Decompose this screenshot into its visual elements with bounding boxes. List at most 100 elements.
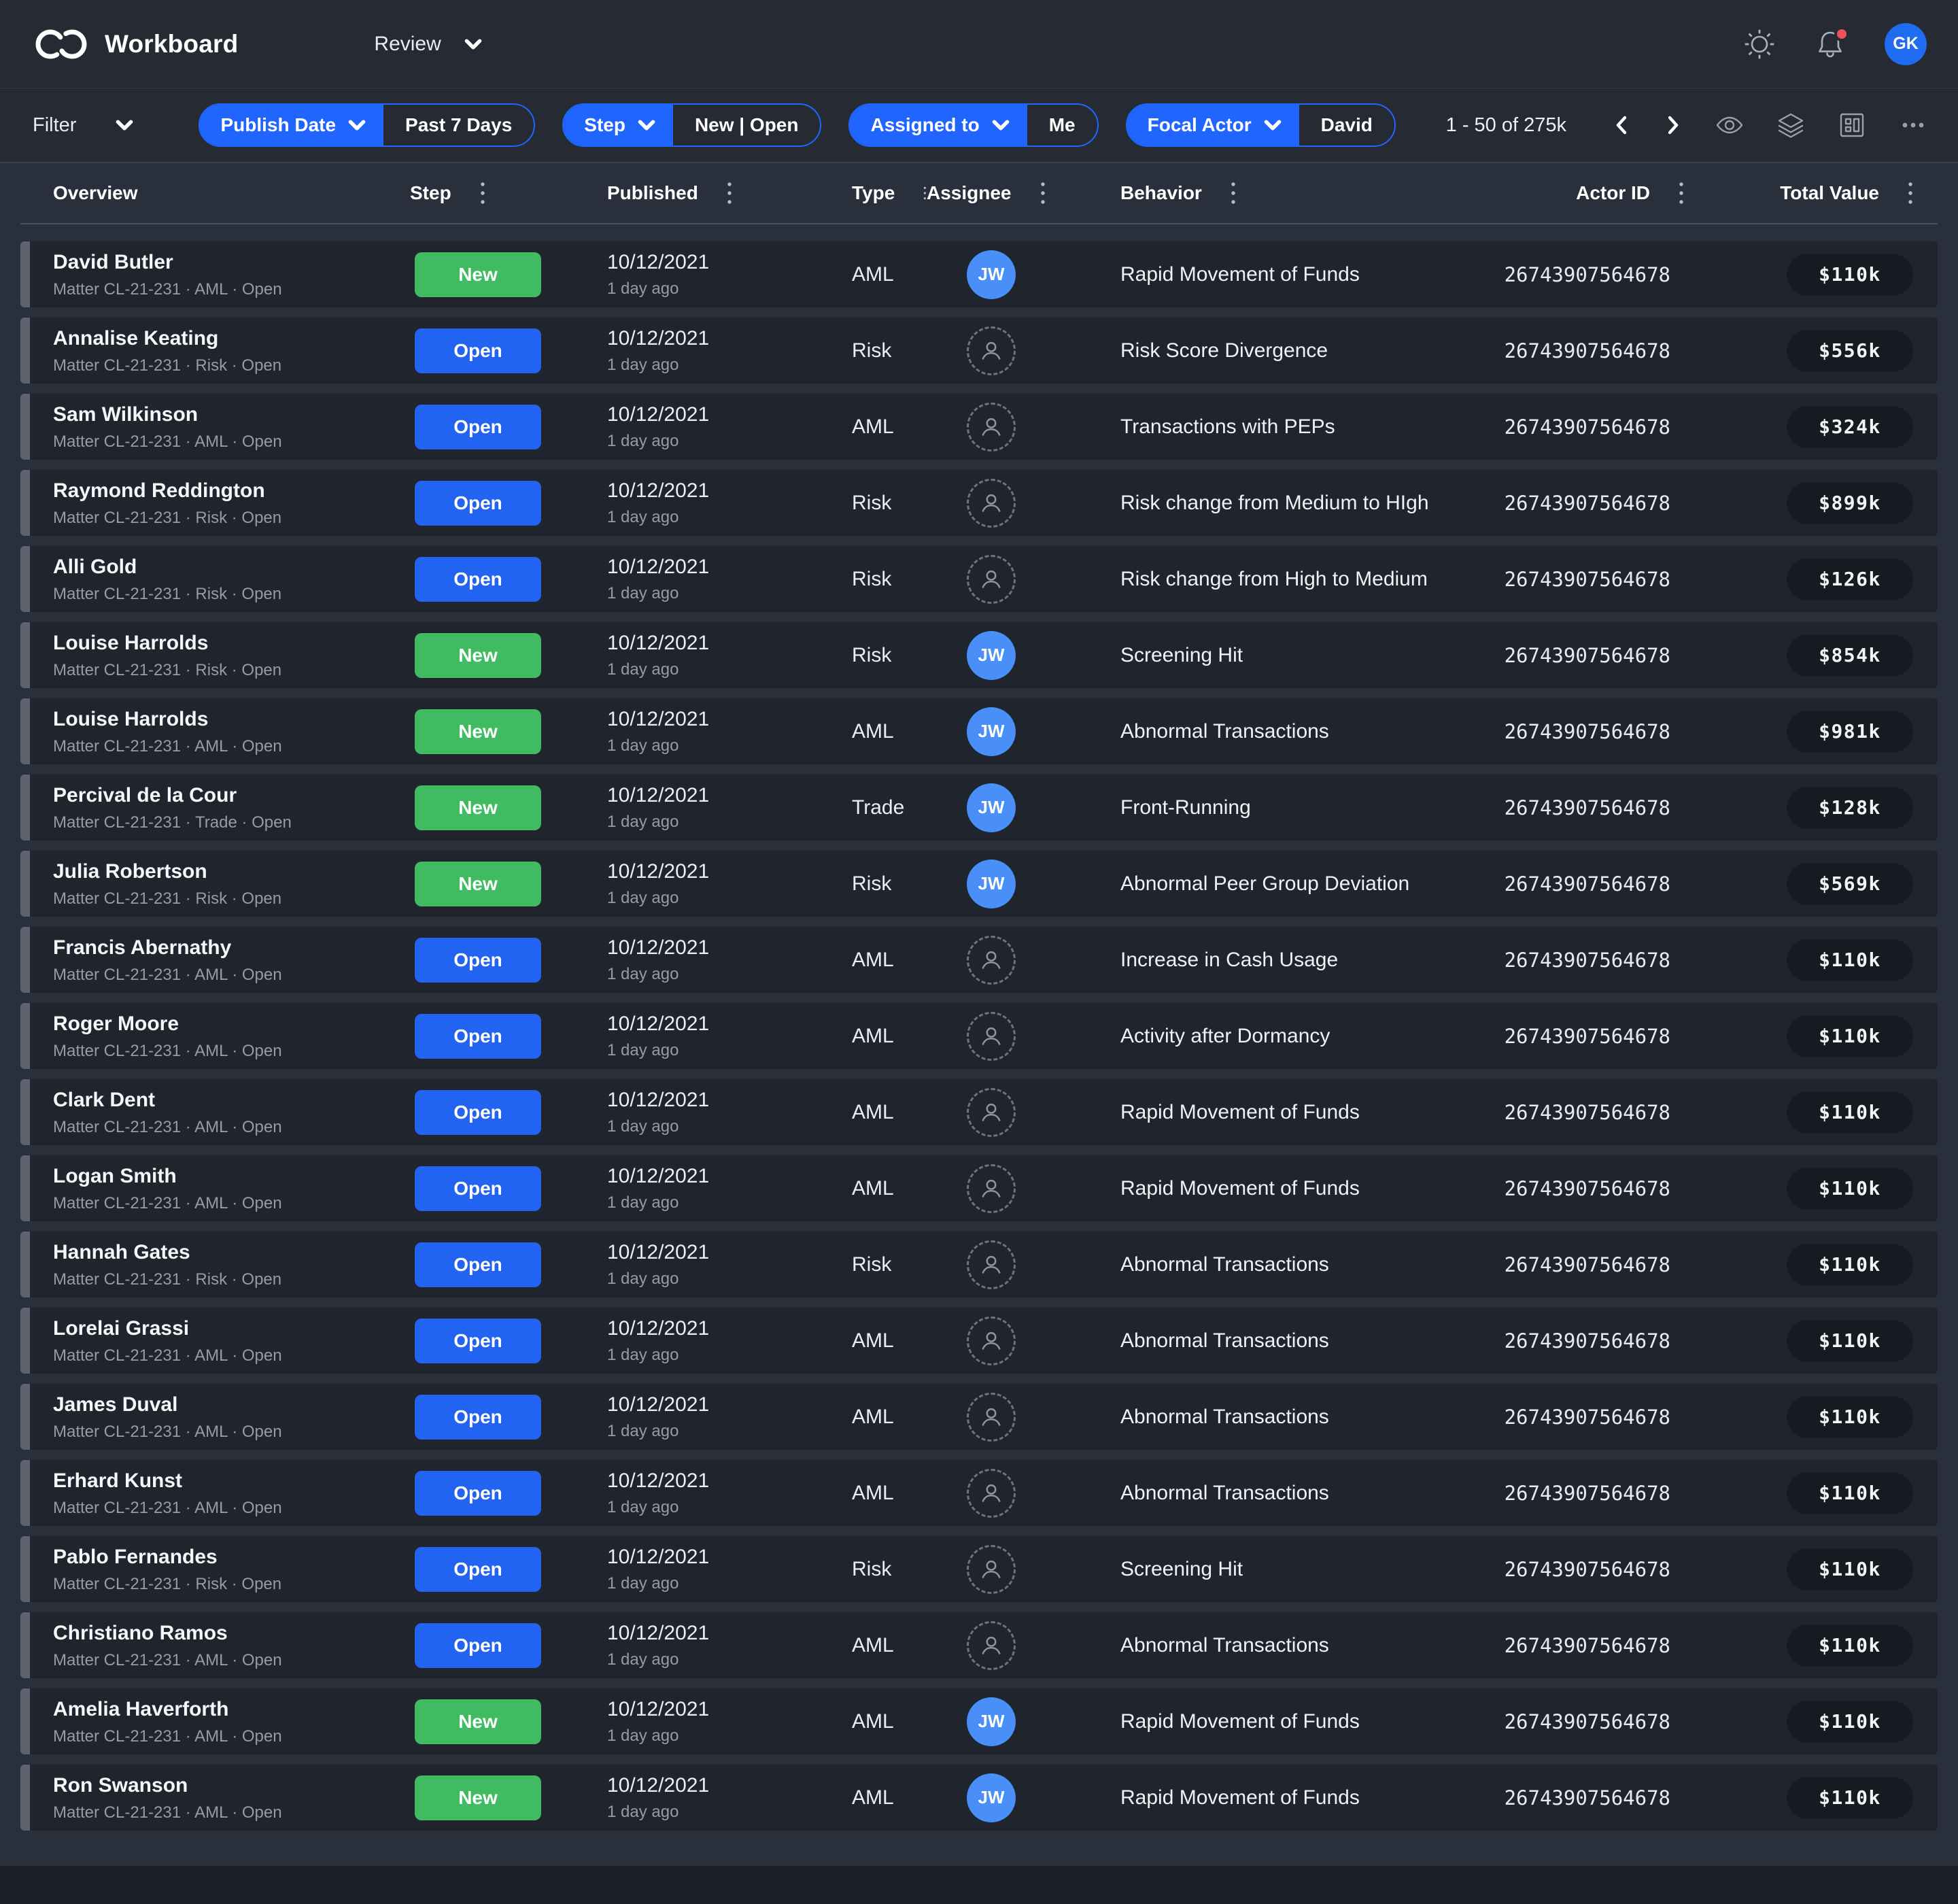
case-name: Louise Harrolds (53, 631, 410, 656)
pill-label-text: Assigned to (870, 114, 979, 136)
behavior-value: Risk Score Divergence (1056, 339, 1480, 362)
assignee-avatar[interactable]: JW (967, 1773, 1016, 1822)
case-name: Clark Dent (53, 1088, 410, 1112)
assignee-avatar[interactable]: JW (967, 1697, 1016, 1746)
table-row[interactable]: Alli Gold Matter CL-21-231 · Risk · Open… (20, 546, 1938, 612)
chevron-down-icon (116, 120, 133, 131)
assignee-avatar[interactable] (967, 1316, 1016, 1365)
footer-band (0, 1866, 1958, 1904)
preview-toggle-button[interactable] (1715, 110, 1745, 140)
case-name: Annalise Keating (53, 326, 410, 351)
table-row[interactable]: Lorelai Grassi Matter CL-21-231 · AML · … (20, 1308, 1938, 1374)
actor-id-value: 26743907564678 (1480, 796, 1684, 819)
published-date: 10/12/2021 (607, 1241, 767, 1264)
row-accent-bar (20, 927, 30, 993)
table-row[interactable]: Louise Harrolds Matter CL-21-231 · Risk … (20, 622, 1938, 688)
assignee-avatar[interactable] (967, 1393, 1016, 1442)
table-row[interactable]: Louise Harrolds Matter CL-21-231 · AML ·… (20, 698, 1938, 764)
notifications-button[interactable] (1814, 28, 1847, 61)
table-row[interactable]: Hannah Gates Matter CL-21-231 · Risk · O… (20, 1231, 1938, 1297)
assignee-avatar[interactable] (967, 1621, 1016, 1670)
table-row[interactable]: Raymond Reddington Matter CL-21-231 · Ri… (20, 470, 1938, 536)
table-row[interactable]: David Butler Matter CL-21-231 · AML · Op… (20, 241, 1938, 307)
ellipsis-icon (1898, 110, 1928, 140)
total-value-badge: $981k (1787, 711, 1913, 753)
table-row[interactable]: Sam Wilkinson Matter CL-21-231 · AML · O… (20, 394, 1938, 460)
assignee-avatar[interactable] (967, 1088, 1016, 1137)
published-date: 10/12/2021 (607, 1089, 767, 1112)
column-menu-icon[interactable] (1231, 181, 1236, 205)
actor-id-value: 26743907564678 (1480, 339, 1684, 362)
total-value-badge: $110k (1787, 1396, 1913, 1438)
filter-dropdown[interactable]: Filter (33, 114, 133, 137)
table-row[interactable]: Percival de la Cour Matter CL-21-231 · T… (20, 775, 1938, 840)
layers-view-button[interactable] (1776, 110, 1806, 140)
behavior-value: Front-Running (1056, 796, 1480, 819)
filter-pill-focal-actor[interactable]: Focal Actor David (1126, 103, 1396, 147)
chevron-down-icon (464, 39, 482, 50)
step-badge: New (415, 252, 541, 297)
table-row[interactable]: Francis Abernathy Matter CL-21-231 · AML… (20, 927, 1938, 993)
row-accent-bar (20, 622, 30, 688)
step-badge: Open (415, 328, 541, 373)
filter-pill-step[interactable]: Step New | Open (562, 103, 821, 147)
column-label: Total Value (1780, 182, 1879, 204)
case-name: Roger Moore (53, 1012, 410, 1036)
assignee-avatar[interactable]: JW (967, 860, 1016, 908)
next-page-button[interactable] (1663, 114, 1683, 137)
table-row[interactable]: Clark Dent Matter CL-21-231 · AML · Open… (20, 1079, 1938, 1145)
assignee-avatar[interactable] (967, 936, 1016, 985)
column-menu-icon[interactable] (480, 181, 485, 205)
assignee-avatar[interactable] (967, 326, 1016, 375)
filter-pill-assigned-to[interactable]: Assigned to Me (848, 103, 1098, 147)
column-menu-icon[interactable] (1908, 181, 1913, 205)
table-row[interactable]: Pablo Fernandes Matter CL-21-231 · Risk … (20, 1536, 1938, 1602)
column-menu-icon[interactable] (727, 181, 732, 205)
table-row[interactable]: Ron Swanson Matter CL-21-231 · AML · Ope… (20, 1765, 1938, 1831)
case-subtitle: Matter CL-21-231 · AML · Open (53, 432, 410, 452)
filter-pill-publish-date[interactable]: Publish Date Past 7 Days (199, 103, 535, 147)
actor-id-value: 26743907564678 (1480, 1786, 1684, 1809)
row-accent-bar (20, 1003, 30, 1069)
user-avatar[interactable]: GK (1885, 23, 1927, 65)
published-date: 10/12/2021 (607, 632, 767, 655)
table-row[interactable]: Christiano Ramos Matter CL-21-231 · AML … (20, 1612, 1938, 1678)
assignee-avatar[interactable]: JW (967, 250, 1016, 299)
assignee-avatar[interactable] (967, 1164, 1016, 1213)
assignee-avatar[interactable]: JW (967, 783, 1016, 832)
actor-id-value: 26743907564678 (1480, 1253, 1684, 1276)
assignee-avatar[interactable] (967, 479, 1016, 528)
table-row[interactable]: Amelia Haverforth Matter CL-21-231 · AML… (20, 1688, 1938, 1754)
assignee-avatar[interactable] (967, 403, 1016, 452)
prev-page-button[interactable] (1611, 114, 1632, 137)
total-value-badge: $110k (1787, 1701, 1913, 1743)
board-view-button[interactable] (1837, 110, 1867, 140)
assignee-avatar[interactable]: JW (967, 707, 1016, 756)
table-row[interactable]: Roger Moore Matter CL-21-231 · AML · Ope… (20, 1003, 1938, 1069)
actor-id-value: 26743907564678 (1480, 1634, 1684, 1657)
assignee-avatar[interactable] (967, 1240, 1016, 1289)
actor-id-value: 26743907564678 (1480, 720, 1684, 743)
table-row[interactable]: Julia Robertson Matter CL-21-231 · Risk … (20, 851, 1938, 917)
published-ago: 1 day ago (607, 1650, 767, 1669)
theme-toggle-button[interactable] (1743, 28, 1776, 61)
more-options-button[interactable] (1898, 110, 1928, 140)
assignee-avatar[interactable] (967, 1469, 1016, 1518)
assignee-avatar[interactable] (967, 1545, 1016, 1594)
assignee-avatar[interactable] (967, 1012, 1016, 1061)
assignee-avatar[interactable]: JW (967, 631, 1016, 680)
chevron-left-icon (1611, 114, 1632, 137)
table-row[interactable]: Logan Smith Matter CL-21-231 · AML · Ope… (20, 1155, 1938, 1221)
column-menu-icon[interactable] (1679, 181, 1684, 205)
review-nav-dropdown[interactable]: Review (374, 33, 481, 56)
app-logo-icon (33, 27, 90, 62)
case-subtitle: Matter CL-21-231 · Risk · Open (53, 509, 410, 528)
column-label: Overview (53, 182, 138, 204)
table-row[interactable]: Erhard Kunst Matter CL-21-231 · AML · Op… (20, 1460, 1938, 1526)
column-menu-icon[interactable] (1040, 181, 1046, 205)
column-header-actor-id: Actor ID (1480, 181, 1684, 205)
assignee-avatar[interactable] (967, 555, 1016, 604)
table-row[interactable]: Annalise Keating Matter CL-21-231 · Risk… (20, 318, 1938, 384)
table-row[interactable]: James Duval Matter CL-21-231 · AML · Ope… (20, 1384, 1938, 1450)
actor-id-value: 26743907564678 (1480, 1482, 1684, 1505)
